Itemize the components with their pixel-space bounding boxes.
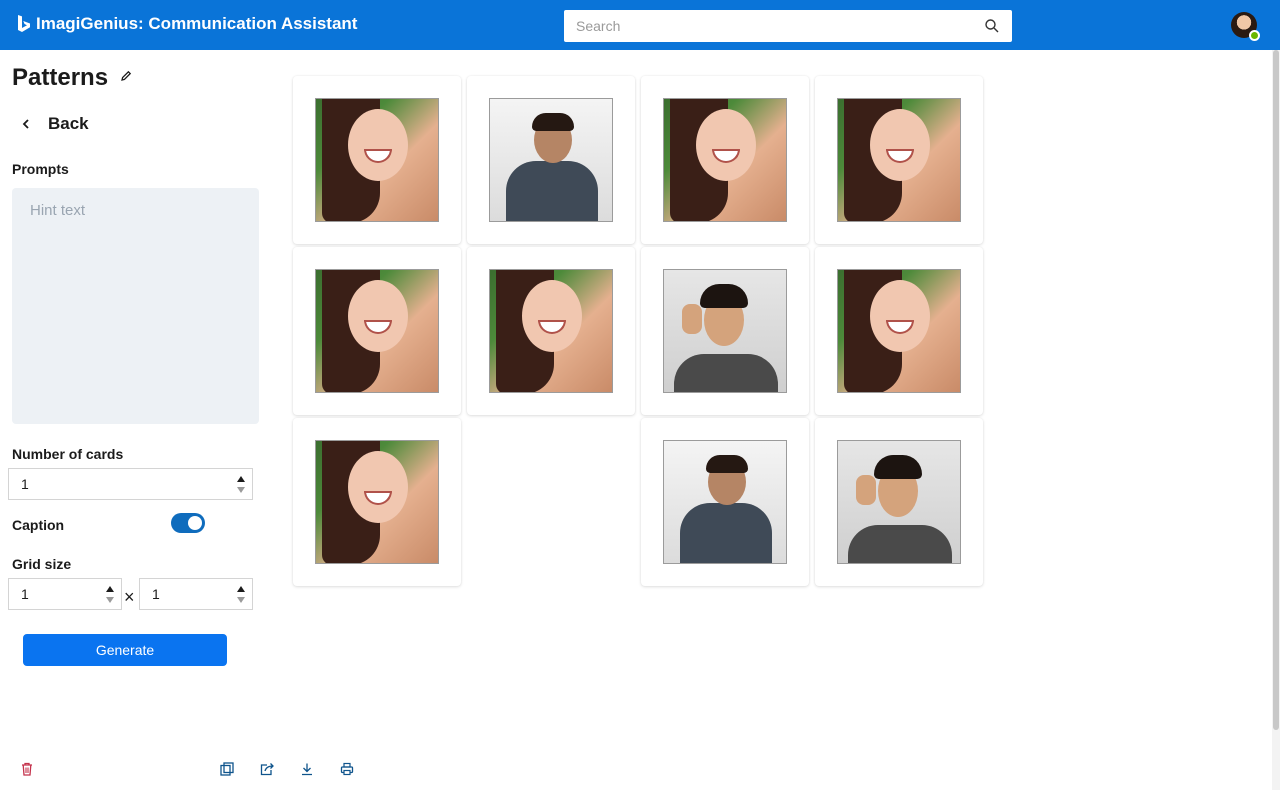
print-icon[interactable] xyxy=(340,762,354,776)
stepper-arrows[interactable] xyxy=(230,579,252,609)
app-title: ImagiGenius: Communication Assistant xyxy=(36,14,358,33)
man-thinking-image xyxy=(837,440,961,564)
pattern-card[interactable] xyxy=(293,247,461,415)
copy-icon[interactable] xyxy=(220,762,234,776)
toggle-knob xyxy=(188,516,202,530)
pattern-card[interactable] xyxy=(641,76,809,244)
search-icon[interactable] xyxy=(984,18,1000,34)
grid-rows-stepper[interactable]: 1 xyxy=(8,578,122,610)
man-thinking-image xyxy=(663,269,787,393)
caption-toggle[interactable] xyxy=(171,513,205,533)
smiling-woman-image xyxy=(315,269,439,393)
stepper-arrows[interactable] xyxy=(230,469,252,499)
smiling-woman-image xyxy=(837,269,961,393)
number-of-cards-value[interactable]: 1 xyxy=(9,476,230,492)
pattern-card[interactable] xyxy=(815,76,983,244)
increment-arrow-icon[interactable] xyxy=(106,585,114,592)
bing-logo-icon xyxy=(18,15,30,32)
share-icon[interactable] xyxy=(260,762,274,776)
pattern-card[interactable] xyxy=(815,418,983,586)
grid-size-label: Grid size xyxy=(12,556,72,572)
pattern-card[interactable] xyxy=(293,418,461,586)
increment-arrow-icon[interactable] xyxy=(237,475,245,482)
decrement-arrow-icon[interactable] xyxy=(106,596,114,603)
pattern-card[interactable] xyxy=(641,247,809,415)
smiling-woman-image xyxy=(663,98,787,222)
prompts-label: Prompts xyxy=(12,161,69,177)
pattern-card[interactable] xyxy=(467,247,635,415)
back-button[interactable]: Back xyxy=(20,114,89,134)
decrement-arrow-icon[interactable] xyxy=(237,596,245,603)
smiling-woman-image xyxy=(315,98,439,222)
grid-cols-stepper[interactable]: 1 xyxy=(139,578,253,610)
back-label: Back xyxy=(48,114,89,133)
man-covering-ears-image xyxy=(489,98,613,222)
decrement-arrow-icon[interactable] xyxy=(237,486,245,493)
app-brand[interactable]: ImagiGenius: Communication Assistant xyxy=(16,14,357,34)
search-input[interactable] xyxy=(576,18,984,34)
chevron-left-icon xyxy=(22,119,29,129)
generate-button[interactable]: Generate xyxy=(23,634,227,666)
avatar[interactable] xyxy=(1231,12,1260,41)
page-title: Patterns xyxy=(12,64,109,91)
pattern-card[interactable] xyxy=(815,247,983,415)
caption-label: Caption xyxy=(12,517,65,533)
man-covering-ears-image xyxy=(663,440,787,564)
presence-available-icon xyxy=(1249,30,1260,41)
increment-arrow-icon[interactable] xyxy=(237,585,245,592)
delete-icon[interactable] xyxy=(20,762,34,776)
pattern-card[interactable] xyxy=(641,418,809,586)
pattern-card[interactable] xyxy=(293,76,461,244)
download-icon[interactable] xyxy=(300,762,314,776)
grid-separator: × xyxy=(124,587,135,607)
search-box[interactable] xyxy=(564,10,1012,42)
vertical-scrollbar[interactable] xyxy=(1272,50,1280,790)
pattern-card[interactable] xyxy=(467,76,635,244)
sidebar: Patterns Back Prompts Number of cards 1 … xyxy=(0,50,354,790)
top-bar: ImagiGenius: Communication Assistant xyxy=(0,0,1280,50)
smiling-woman-image xyxy=(837,98,961,222)
edit-pencil-icon[interactable] xyxy=(120,70,132,82)
grid-cols-value[interactable]: 1 xyxy=(140,586,230,602)
scrollbar-thumb[interactable] xyxy=(1273,50,1279,730)
smiling-woman-image xyxy=(489,269,613,393)
number-of-cards-label: Number of cards xyxy=(12,446,124,462)
stepper-arrows[interactable] xyxy=(99,579,121,609)
grid-rows-value[interactable]: 1 xyxy=(9,586,99,602)
smiling-woman-image xyxy=(315,440,439,564)
prompts-textarea[interactable] xyxy=(12,188,259,424)
number-of-cards-stepper[interactable]: 1 xyxy=(8,468,253,500)
